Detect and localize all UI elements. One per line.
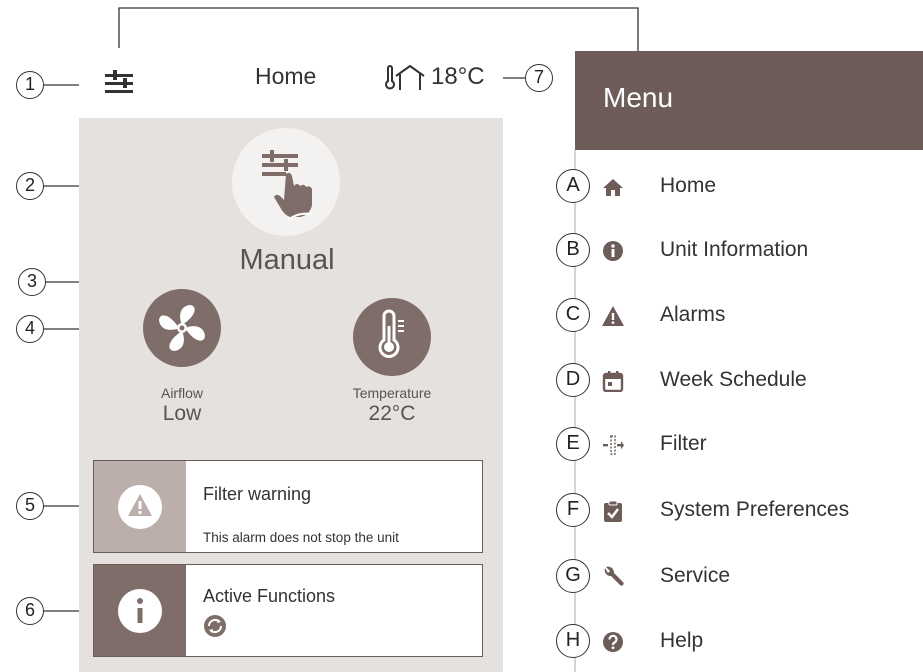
menu-item-system-preferences[interactable]: F System Preferences [556,493,923,529]
airflow-button[interactable] [143,289,221,367]
top-bar: Home 18°C [79,48,503,118]
alarm-subtitle: This alarm does not stop the unit [203,530,399,545]
fan-icon [159,305,205,351]
info-icon [603,241,623,261]
menu-item-alarms[interactable]: C Alarms [556,298,923,334]
auto-cycle-icon [203,614,227,638]
temperature-button[interactable] [353,298,431,376]
menu-label-week-schedule: Week Schedule [660,368,807,391]
menu-letter-e: E [556,427,590,461]
menu-item-home[interactable]: A Home [556,169,923,205]
info-icon-panel [94,565,186,656]
manual-mode-icon [262,150,313,221]
thermometer-icon [378,309,404,358]
sliders-menu-icon[interactable] [99,68,139,98]
callout-1: 1 [16,71,44,99]
callout-2: 2 [16,172,44,200]
outdoor-temperature: 18°C [431,63,485,90]
menu-item-help[interactable]: H Help [556,624,923,660]
menu-label-system-preferences: System Preferences [660,498,850,521]
alarm-icon-panel [94,461,186,552]
menu-letter-a: A [556,169,590,203]
callout-4: 4 [16,315,44,343]
menu-label-filter: Filter [660,432,707,455]
page-title: Home [255,63,317,89]
menu-letter-b: B [556,233,590,267]
active-functions-title: Active Functions [203,586,336,606]
calendar-icon [602,371,624,392]
menu-label-alarms: Alarms [660,303,726,326]
menu-label-service: Service [660,564,731,587]
clipboard-check-icon [604,500,622,522]
mode-button[interactable] [232,128,340,236]
callout-3: 3 [18,268,46,296]
active-functions-card[interactable]: Active Functions [93,564,483,657]
home-icon [603,179,623,196]
callout-5: 5 [16,492,44,520]
help-icon [603,632,623,652]
airflow-label: Airflow [160,385,203,401]
menu-letter-h: H [556,624,590,658]
menu-letter-c: C [556,298,590,332]
menu-title: Menu [603,82,674,113]
menu-item-filter[interactable]: E Filter [556,427,923,463]
menu-letter-d: D [556,363,590,397]
menu-label-help: Help [660,629,704,652]
menu-header: Menu [575,51,923,150]
menu-letter-f: F [556,493,590,527]
callout-7: 7 [525,64,553,92]
mode-label: Manual [239,244,335,276]
airflow-value: Low [162,402,202,425]
wrench-icon [604,566,624,586]
callout-6: 6 [16,597,44,625]
temperature-value: 22°C [368,402,416,425]
menu-letter-g: G [556,559,590,593]
menu-label-unit-information: Unit Information [660,238,809,261]
menu-item-service[interactable]: G Service [556,559,923,595]
filter-icon [603,435,624,455]
menu-item-week-schedule[interactable]: D Week Schedule [556,363,923,399]
info-icon [118,589,162,633]
alarm-title: Filter warning [203,484,312,504]
menu-item-unit-information[interactable]: B Unit Information [556,233,923,269]
device-screen: Home 18°C Manual Airflow Low Temperature… [79,48,503,672]
menu-label-home: Home [660,174,717,197]
warning-icon [602,306,624,326]
warning-icon [118,485,162,529]
temperature-label: Temperature [352,385,432,401]
outdoor-thermometer-house-icon [382,64,430,92]
filter-warning-card[interactable]: Filter warning This alarm does not stop … [93,460,483,553]
